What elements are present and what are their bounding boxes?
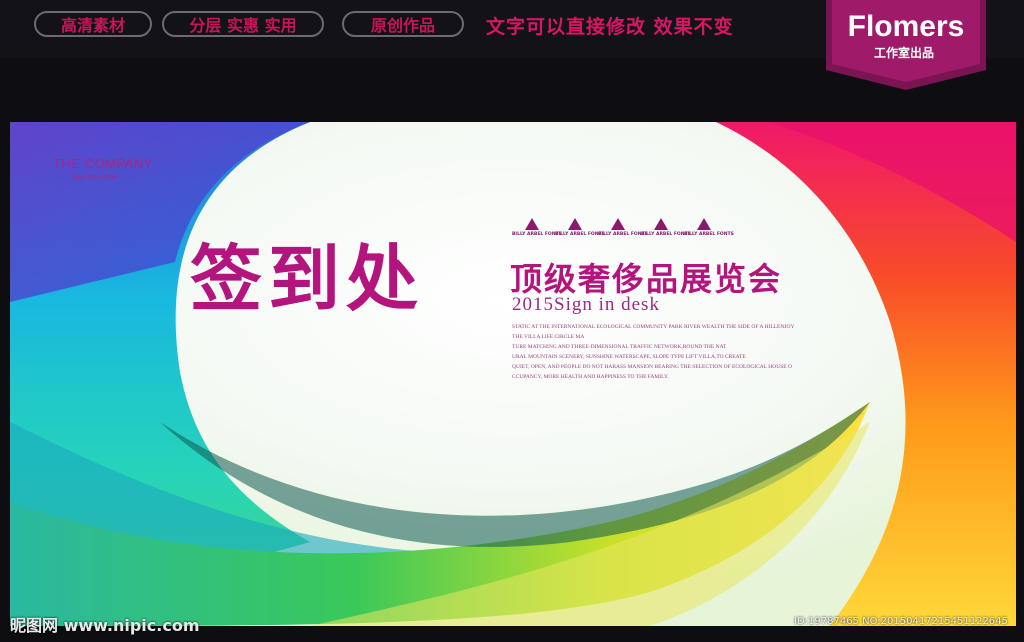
description-line: QUIET, OPEN, AND PEOPLE DO NOT HARASS MA…	[512, 364, 792, 370]
star-item: BILLY ARBEL FONTS	[512, 218, 562, 237]
company-sub: 请输入您的公司名称	[72, 175, 118, 181]
star-icon	[568, 218, 582, 230]
subtitle-en: 2015Sign in desk	[512, 294, 660, 315]
image-id: ID:19787465 NO:20150417215451122645	[794, 616, 1008, 627]
star-item: BILLY ARBEL FONTS	[684, 218, 734, 237]
pill-hd-material: 高清素材	[34, 11, 152, 37]
star-icon	[611, 218, 625, 230]
star-item: BILLY ARBEL FONTS	[555, 218, 605, 237]
star-label: BILLY ARBEL FONTS	[555, 232, 605, 237]
star-label: BILLY ARBEL FONTS	[512, 232, 562, 237]
star-label: BILLY ARBEL FONTS	[684, 232, 734, 237]
description-line: CCUPANCY, MORE HEALTH AND HAPPINESS TO T…	[512, 374, 669, 380]
star-item: BILLY ARBEL FONTS	[641, 218, 691, 237]
star-icon	[697, 218, 711, 230]
description-line: URAL MOUNTAIN SCENERY, SUNSHINE WATERSCA…	[512, 354, 746, 360]
brand-name: Flomers	[847, 10, 965, 43]
star-item: BILLY ARBEL FONTS	[598, 218, 648, 237]
company-name: THE COMPANY	[53, 156, 153, 171]
description-line: THE VILLA LIFE CIRCLE MA	[512, 334, 585, 340]
star-icon	[654, 218, 668, 230]
star-row: BILLY ARBEL FONTS BILLY ARBEL FONTS BILL…	[512, 218, 734, 244]
star-label: BILLY ARBEL FONTS	[598, 232, 648, 237]
site-watermark: 昵图网 www.nipic.com	[10, 616, 200, 635]
pill-layered: 分层 实惠 实用	[162, 11, 324, 37]
brand-sub: 工作室出品	[874, 46, 935, 60]
sign-in-board: THE COMPANY 请输入您的公司名称 BILLY ARBEL FONTS …	[10, 122, 1016, 626]
description-line: STATIC AT THE INTERNATIONAL ECOLOGICAL C…	[512, 324, 795, 330]
title-main: 签到处	[190, 237, 425, 321]
slogan: 文字可以直接修改 效果不变	[486, 16, 734, 38]
description-line: TURE MATCHING AND THREE-DIMENSIONAL TRAF…	[512, 344, 727, 350]
star-icon	[525, 218, 539, 230]
pill-original: 原创作品	[342, 11, 464, 37]
description: STATIC AT THE INTERNATIONAL ECOLOGICAL C…	[512, 322, 842, 382]
star-label: BILLY ARBEL FONTS	[641, 232, 691, 237]
